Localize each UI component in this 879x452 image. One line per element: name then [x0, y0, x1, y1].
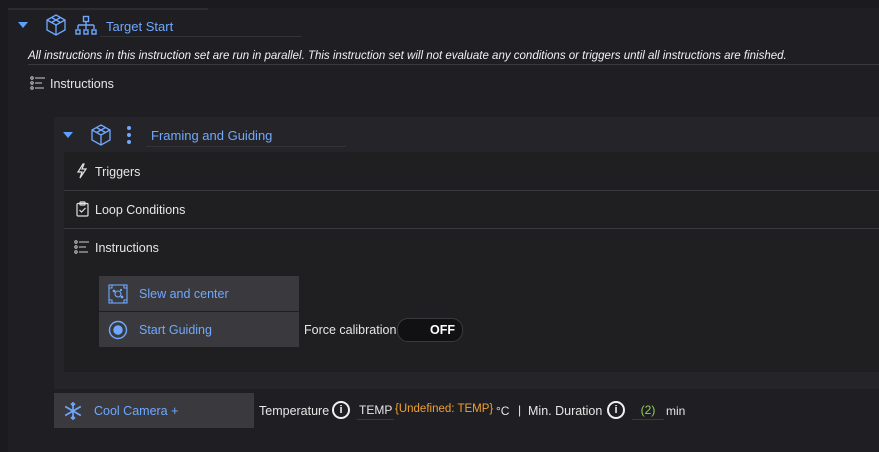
title-underline	[100, 36, 302, 37]
row-separator	[64, 190, 879, 191]
toggle-state: OFF	[430, 323, 455, 337]
instructions-label: Instructions	[50, 77, 114, 91]
min-duration-value: (2)	[640, 403, 656, 417]
min-duration-unit: min	[666, 404, 686, 418]
divider	[28, 64, 879, 65]
temperature-field[interactable]: TEMP	[357, 403, 395, 420]
parallel-note: All instructions in this instruction set…	[28, 50, 787, 62]
snowflake-icon	[63, 401, 83, 421]
slew-and-center-item[interactable]: Slew and center	[99, 276, 299, 311]
lightning-icon	[76, 163, 88, 179]
inner-instructions-list-icon	[74, 240, 90, 254]
target-start-title[interactable]: Target Start	[106, 19, 173, 34]
framing-collapse-caret-icon[interactable]	[63, 132, 73, 138]
framing-title-underline	[146, 146, 346, 147]
framing-title[interactable]: Framing and Guiding	[151, 128, 272, 143]
cool-camera-label: Cool Camera +	[94, 404, 179, 418]
guiding-icon	[108, 320, 128, 340]
force-calibration-toggle[interactable]: OFF	[397, 318, 463, 342]
temperature-value: TEMP	[359, 403, 393, 417]
start-guiding-label: Start Guiding	[139, 323, 212, 337]
start-guiding-item[interactable]: Start Guiding	[99, 312, 299, 347]
triggers-label[interactable]: Triggers	[95, 165, 140, 179]
loop-conditions-label[interactable]: Loop Conditions	[95, 203, 185, 217]
framing-cube-icon	[89, 123, 113, 147]
collapse-caret-icon[interactable]	[18, 22, 28, 28]
target-grid-icon	[108, 284, 128, 304]
cube-icon	[44, 13, 68, 37]
clipboard-check-icon	[76, 201, 89, 217]
force-calibration-label: Force calibration	[304, 323, 397, 337]
slew-and-center-label: Slew and center	[139, 287, 229, 301]
temperature-label: Temperature	[259, 404, 330, 418]
cool-camera-item[interactable]: Cool Camera +	[54, 393, 254, 428]
min-duration-field[interactable]: (2)	[632, 403, 664, 420]
temperature-undefined-warning: {Undefined: TEMP}	[395, 403, 494, 415]
min-duration-info-icon[interactable]: i	[607, 401, 625, 419]
row-separator	[64, 228, 879, 229]
temperature-info-icon[interactable]: i	[332, 401, 350, 419]
hierarchy-icon[interactable]	[75, 15, 97, 37]
more-options-icon[interactable]	[126, 125, 132, 145]
separator: |	[518, 403, 522, 417]
min-duration-label: Min. Duration	[528, 404, 603, 418]
panel-top-edge	[8, 8, 208, 10]
temperature-unit: °C	[496, 404, 510, 418]
inner-instructions-label: Instructions	[95, 241, 159, 255]
instructions-list-icon	[30, 76, 46, 90]
